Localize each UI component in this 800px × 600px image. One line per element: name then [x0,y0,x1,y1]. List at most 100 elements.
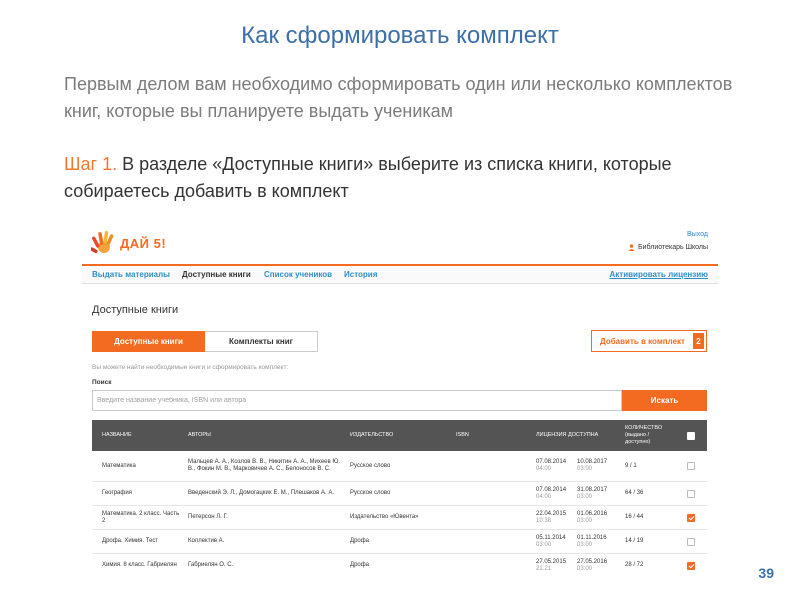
cell-authors: Коллектив А. [188,538,225,544]
cell-date-from: 22.04.2015 10:38 [536,506,566,529]
cell-authors: Введенский Э. Л., Домогацких Е. М., Плеш… [188,490,334,496]
cell-date-from: 07.08.2014 04:00 [536,451,566,481]
header-select-all [687,420,695,451]
slide-title: Как сформировать комплект [241,22,559,49]
page-heading: Доступные книги [92,304,179,316]
cell-date-from: 05.11.2014 03:00 [536,530,566,553]
table-row[interactable]: Дрофа. Химия. Тест Коллектив А. Дрофа 05… [92,530,707,554]
step-description: В разделе «Доступные книги» выберите из … [64,154,672,201]
hand-logo-icon [91,231,114,254]
cell-isbn [456,554,526,574]
table-row[interactable]: Математика Мальцев А. А., Козлов В. В., … [92,451,707,482]
step-text: Шаг 1. В разделе «Доступные книги» выбер… [64,151,764,205]
date-from: 07.08.2014 [536,486,567,493]
date-from: 07.08.2014 [536,459,567,465]
books-table: Название Авторы Издательство ISBN Лиценз… [92,420,707,574]
cell-publisher: Дрофа [350,538,370,544]
row-checkbox-checked[interactable] [687,513,695,522]
select-all-checkbox[interactable] [687,431,695,440]
date-from: 22.04.2015 [536,510,567,517]
activate-license-link[interactable]: Активировать лицензию [610,270,708,279]
header-publisher: Издательство [350,432,394,438]
date-from: 05.11.2014 [536,534,566,541]
row-checkbox[interactable] [687,537,695,546]
cell-authors: Габриелян О. С. [188,562,234,568]
cell-isbn [456,506,526,529]
table-row[interactable]: География Введенский Э. Л., Домогацких Е… [92,482,707,506]
cell-quantity: 14 / 19 [625,538,644,544]
date-to: 01.11.2016 [577,534,607,541]
cell-quantity: 9 / 1 [625,462,637,469]
date-from: 27.05.2015 [536,558,567,565]
cell-name: Дрофа. Химия. Тест [102,538,159,544]
main-nav: Выдать материалы Доступные книги Список … [82,264,718,284]
add-to-set-button[interactable]: Добавить в комплект 2 [591,330,707,352]
cell-isbn [456,451,526,481]
header-license: Лицензия доступна [536,432,599,438]
cell-authors: Мальцев А. А., Козлов В. В., Никитин А. … [188,459,341,472]
time-from: 04:00 [536,493,552,500]
cell-publisher: Дрофа [350,562,370,568]
cell-date-from: 27.05.2015 21:21 [536,554,566,574]
user-line[interactable]: Библиотекарь Школы [628,241,708,254]
header-qty-line1: Количество [625,425,663,431]
nav-item-issue[interactable]: Выдать материалы [92,270,170,279]
logo-text: ДАЙ 5! [120,235,167,251]
row-checkbox[interactable] [687,462,695,470]
user-panel: Выход Библиотекарь Школы [628,228,708,254]
cell-date-to: 01.11.2016 03:00 [577,530,607,553]
tab-available-books[interactable]: Доступные книги [92,331,205,352]
cell-select [687,482,695,505]
time-to: 03:00 [577,565,593,572]
header-qty-line2: (выдано / [625,432,650,438]
selected-count-badge: 2 [693,333,704,349]
time-to: 03:00 [577,493,593,500]
row-checkbox[interactable] [687,489,695,498]
tab-book-sets[interactable]: Комплекты книг [205,331,318,352]
date-to: 01.06.2016 [577,510,608,517]
nav-item-available-books[interactable]: Доступные книги [182,270,251,279]
add-to-set-label: Добавить в комплект [600,336,685,346]
cell-select [687,554,695,574]
table-header: Название Авторы Издательство ISBN Лиценз… [92,420,707,451]
date-to: 10.08.2017 [577,459,608,465]
time-to: 03:00 [577,466,593,472]
nav-item-students[interactable]: Список учеников [264,270,332,279]
time-from: 21:21 [536,565,552,572]
cell-quantity: 16 / 44 [625,514,644,520]
cell-date-from: 07.08.2014 04:00 [536,482,566,505]
cell-date-to: 10.08.2017 03:00 [577,451,607,481]
logo[interactable]: ДАЙ 5! [91,230,166,256]
search-label: Поиск [92,379,112,386]
cell-quantity: 64 / 36 [625,490,644,496]
user-icon [628,244,635,251]
date-to: 27.05.2016 [577,558,608,565]
cell-select [687,530,695,553]
search-button[interactable]: Искать [622,390,707,411]
step-prefix: Шаг 1. [64,154,118,174]
time-to: 03:00 [577,541,593,548]
cell-date-to: 01.06.2016 03:00 [577,506,607,529]
cell-name: Математика [102,462,136,469]
cell-publisher: Русское слово [350,462,391,469]
table-row[interactable]: Химия. 8 класс. Габриелян Габриелян О. С… [92,554,707,574]
cell-isbn [456,530,526,553]
table-row[interactable]: Математика. 2 класс. Часть 2 Петерсон Л.… [92,506,707,530]
cell-name: Математика. 2 класс. Часть 2 [102,510,180,524]
intro-text: Первым делом вам необходимо сформировать… [64,74,733,121]
nav-item-history[interactable]: История [344,270,377,279]
user-name: Библиотекарь Школы [638,244,708,251]
cell-date-to: 27.05.2016 03:00 [577,554,607,574]
logout-link[interactable]: Выход [628,228,708,241]
header-isbn: ISBN [456,432,469,438]
row-checkbox-checked[interactable] [687,561,695,570]
cell-select [687,506,695,529]
book-tabs: Доступные книги Комплекты книг [92,331,318,352]
date-to: 31.08.2017 [577,486,608,493]
time-from: 10:38 [536,517,552,524]
search-input[interactable] [92,390,622,411]
cell-publisher: Издательство «Ювента» [350,514,419,520]
hint-text: Вы можете найти необходимые книги и сфор… [92,364,289,371]
app-screenshot: ДАЙ 5! Выход Библиотекарь Школы Выдать м… [82,222,718,574]
header-name: Название [102,432,132,438]
